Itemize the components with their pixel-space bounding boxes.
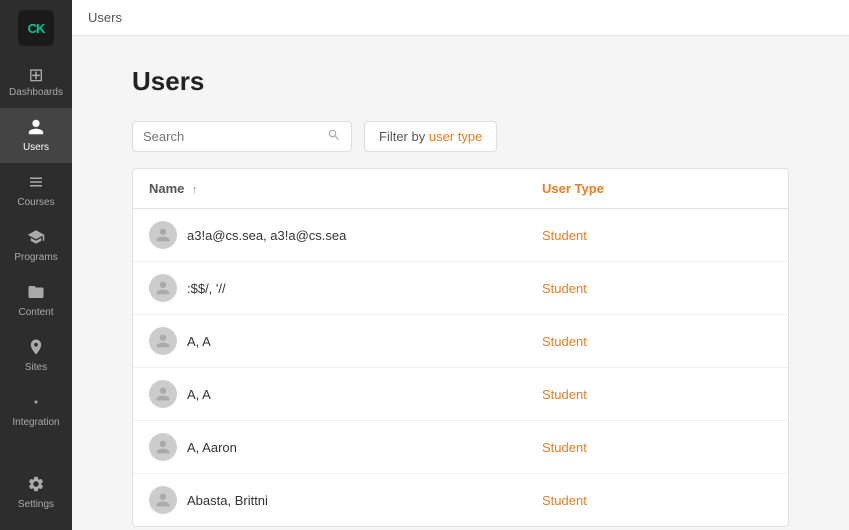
filter-highlight: user type [429,129,482,144]
sort-arrow-name: ↑ [192,184,198,196]
sidebar-settings-label: Settings [18,499,54,510]
user-type-value: Student [542,334,587,349]
column-header-user-type: User Type [526,169,788,209]
user-name-cell: Abasta, Brittni [133,474,526,527]
dashboard-icon: ⊞ [28,66,43,84]
users-table: Name ↑ User Type a3!a@cs.sea, a3!a@cs.se… [133,169,788,526]
column-header-name: Name ↑ [133,169,526,209]
avatar [149,486,177,514]
user-name: :$$/, '// [187,281,226,296]
user-type-cell: Student [526,421,788,474]
courses-icon [27,173,45,194]
sidebar-item-integration-label: Integration [12,417,59,428]
sites-icon [27,338,45,359]
content-area: Users Filter by user type Name ↑ [72,36,849,530]
avatar [149,327,177,355]
sidebar-item-dashboards-label: Dashboards [9,87,63,98]
user-name-cell: a3!a@cs.sea, a3!a@cs.sea [133,209,526,262]
avatar [149,221,177,249]
programs-icon [27,228,45,249]
user-cell: a3!a@cs.sea, a3!a@cs.sea [149,221,510,249]
user-cell: A, A [149,327,510,355]
toolbar: Filter by user type [132,121,789,152]
page-title: Users [132,66,789,97]
user-name-cell: A, A [133,315,526,368]
table-row[interactable]: A, Aaron Student [133,421,788,474]
avatar [149,274,177,302]
topbar: Users [72,0,849,36]
logo-text: CK [28,21,45,36]
search-input[interactable] [143,129,321,144]
user-type-cell: Student [526,474,788,527]
user-name-cell: A, A [133,368,526,421]
user-cell: A, A [149,380,510,408]
sidebar: CK ⊞ Dashboards Users Courses Programs [0,0,72,530]
user-type-value: Student [542,493,587,508]
user-name: a3!a@cs.sea, a3!a@cs.sea [187,228,346,243]
sidebar-item-integration[interactable]: Integration [0,383,72,438]
search-icon [327,128,341,145]
search-box [132,121,352,152]
integration-icon [27,393,45,414]
sidebar-item-users-label: Users [23,142,49,153]
content-icon [27,283,45,304]
user-name: A, Aaron [187,440,237,455]
user-name: A, A [187,334,211,349]
sidebar-settings[interactable]: Settings [18,465,54,520]
user-name: A, A [187,387,211,402]
settings-icon [27,475,45,496]
sidebar-item-content-label: Content [18,307,53,318]
table-row[interactable]: a3!a@cs.sea, a3!a@cs.sea Student [133,209,788,262]
sidebar-item-content[interactable]: Content [0,273,72,328]
filter-button[interactable]: Filter by user type [364,121,497,152]
users-icon [27,118,45,139]
sidebar-logo: CK [0,0,72,56]
sidebar-item-sites-label: Sites [25,362,47,373]
table-row[interactable]: Abasta, Brittni Student [133,474,788,527]
sidebar-item-dashboards[interactable]: ⊞ Dashboards [0,56,72,108]
user-cell: :$$/, '// [149,274,510,302]
user-type-cell: Student [526,209,788,262]
table-row[interactable]: A, A Student [133,368,788,421]
user-type-cell: Student [526,315,788,368]
user-type-cell: Student [526,262,788,315]
user-type-cell: Student [526,368,788,421]
filter-label: Filter by [379,129,425,144]
sidebar-item-courses[interactable]: Courses [0,163,72,218]
logo-icon: CK [18,10,54,46]
sidebar-item-courses-label: Courses [17,197,54,208]
sidebar-bottom: Settings [18,465,54,530]
table-body: a3!a@cs.sea, a3!a@cs.sea Student :$$/, '… [133,209,788,527]
sidebar-item-programs[interactable]: Programs [0,218,72,273]
user-type-value: Student [542,281,587,296]
user-name-cell: :$$/, '// [133,262,526,315]
table-row[interactable]: :$$/, '// Student [133,262,788,315]
user-cell: Abasta, Brittni [149,486,510,514]
user-cell: A, Aaron [149,433,510,461]
sidebar-item-programs-label: Programs [14,252,57,263]
table-container: Name ↑ User Type a3!a@cs.sea, a3!a@cs.se… [132,168,789,527]
sidebar-item-users[interactable]: Users [0,108,72,163]
sidebar-navigation: ⊞ Dashboards Users Courses Programs Co [0,56,72,465]
user-type-value: Student [542,228,587,243]
table-row[interactable]: A, A Student [133,315,788,368]
avatar [149,433,177,461]
breadcrumb: Users [88,10,122,25]
sidebar-item-sites[interactable]: Sites [0,328,72,383]
user-type-value: Student [542,440,587,455]
main-content: Users Users Filter by user type Name [72,0,849,530]
avatar [149,380,177,408]
user-name-cell: A, Aaron [133,421,526,474]
user-name: Abasta, Brittni [187,493,268,508]
table-header: Name ↑ User Type [133,169,788,209]
user-type-value: Student [542,387,587,402]
